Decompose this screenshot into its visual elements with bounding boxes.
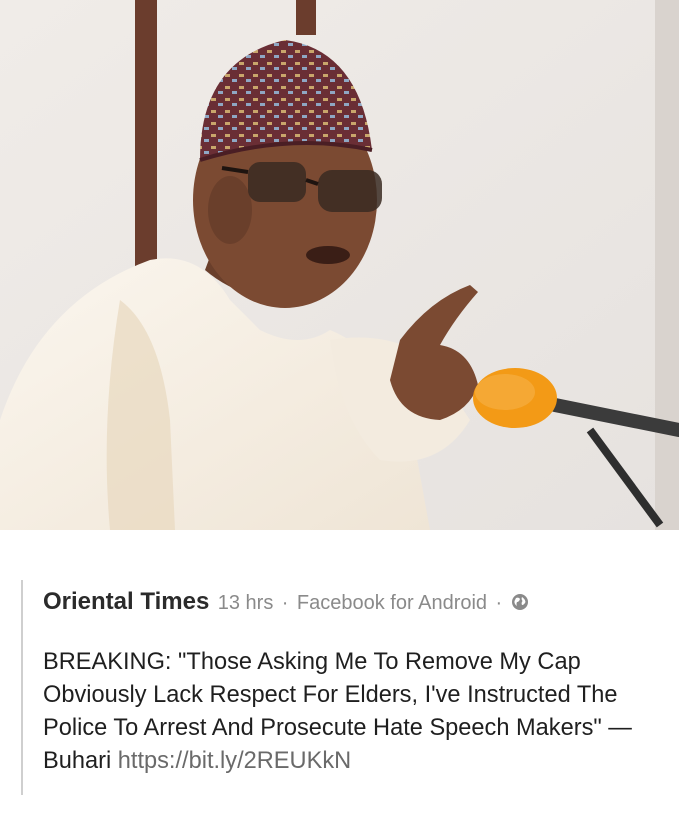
meta-separator-2: · xyxy=(495,592,503,614)
post-text-block: BREAKING: "Those Asking Me To Remove My … xyxy=(43,646,673,778)
post-time[interactable]: 13 hrs xyxy=(218,592,274,614)
photo-illustration xyxy=(0,0,679,530)
shared-post-card[interactable]: Oriental Times 13 hrs · Facebook for And… xyxy=(21,580,663,795)
meta-separator: · xyxy=(281,592,289,614)
post-link[interactable]: https://bit.ly/2REUKkN xyxy=(118,748,351,774)
globe-icon xyxy=(511,593,529,616)
spacer xyxy=(0,530,679,578)
post-meta: Oriental Times 13 hrs · Facebook for And… xyxy=(43,588,529,616)
post-photo[interactable] xyxy=(0,0,679,530)
author-name[interactable]: Oriental Times xyxy=(43,588,209,615)
post-source: Facebook for Android xyxy=(296,592,488,614)
